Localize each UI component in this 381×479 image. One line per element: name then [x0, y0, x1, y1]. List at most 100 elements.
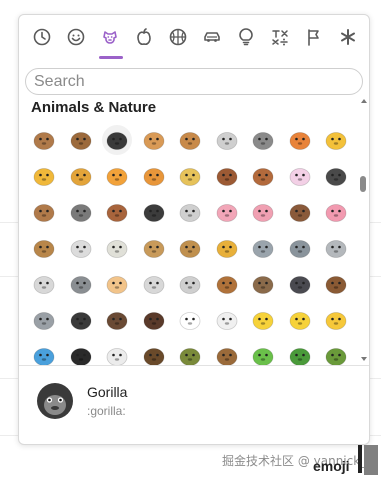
asterisk-icon	[341, 29, 355, 45]
emoji-tiger[interactable]	[102, 161, 132, 191]
panda_face-icon	[70, 312, 91, 330]
hedgehog-icon	[252, 276, 274, 294]
category-tab-custom[interactable]	[331, 15, 365, 59]
scroll-up-arrow-icon[interactable]	[361, 99, 367, 103]
monkey-icon	[70, 132, 91, 150]
wolf-icon	[252, 132, 274, 150]
category-tab-animals[interactable]	[93, 15, 127, 59]
emoji-koala[interactable]	[29, 305, 59, 335]
emoji-bird[interactable]	[29, 341, 59, 365]
emoji-cow[interactable]	[66, 197, 96, 227]
smiley-icon	[67, 28, 85, 46]
emoji-dog2[interactable]	[175, 125, 205, 155]
emoji-ox[interactable]	[102, 197, 132, 227]
emoji-monkey_face[interactable]	[29, 125, 59, 155]
emoji-pig[interactable]	[212, 197, 242, 227]
emoji-pig2[interactable]	[248, 197, 278, 227]
emoji-crocodile[interactable]	[285, 341, 315, 365]
emoji-turkey[interactable]	[139, 305, 169, 335]
emoji-hatched_chick[interactable]	[321, 305, 349, 335]
section-title: Animals & Nature	[31, 99, 157, 116]
emoji-rhinoceros[interactable]	[285, 233, 315, 263]
monkey_face-icon	[33, 132, 55, 150]
emoji-boar[interactable]	[285, 197, 315, 227]
scroll-down-arrow-icon[interactable]	[361, 357, 367, 361]
bear-icon	[325, 276, 347, 294]
emoji-poodle[interactable]	[212, 125, 242, 155]
mouse2-icon	[33, 276, 55, 294]
emoji-giraffe[interactable]	[212, 233, 242, 263]
emoji-tiger2[interactable]	[139, 161, 169, 191]
mouse-icon	[325, 240, 347, 258]
emoji-zebra[interactable]	[321, 161, 349, 191]
emoji-gorilla[interactable]	[102, 125, 132, 155]
emoji-water_buffalo[interactable]	[139, 197, 169, 227]
eagle-icon	[143, 348, 164, 365]
emoji-chicken[interactable]	[175, 305, 205, 335]
emoji-baby_chick[interactable]	[285, 305, 315, 335]
category-tab-travel[interactable]	[195, 15, 229, 59]
category-tab-flags[interactable]	[297, 15, 331, 59]
baby_chick-icon	[289, 312, 310, 330]
feet-icon	[106, 312, 128, 330]
emoji-chipmunk[interactable]	[212, 269, 242, 299]
emoji-dromedary_camel[interactable]	[139, 233, 169, 263]
emoji-elephant[interactable]	[248, 233, 278, 263]
emoji-unicorn[interactable]	[285, 161, 315, 191]
category-tab-smileys[interactable]	[59, 15, 93, 59]
emoji-bear[interactable]	[321, 269, 349, 299]
lightbulb-icon	[239, 28, 253, 46]
scrollbar[interactable]	[359, 95, 369, 363]
emoji-rat[interactable]	[66, 269, 96, 299]
emoji-ram[interactable]	[29, 233, 59, 263]
emoji-goat[interactable]	[102, 233, 132, 263]
emoji-leopard[interactable]	[175, 161, 205, 191]
emoji-cat2[interactable]	[29, 161, 59, 191]
emoji-lion_face[interactable]	[66, 161, 96, 191]
emoji-bat[interactable]	[285, 269, 315, 299]
category-tab-activity[interactable]	[161, 15, 195, 59]
emoji-mouse[interactable]	[321, 233, 349, 263]
emoji-rooster[interactable]	[212, 305, 242, 335]
category-tab-food[interactable]	[127, 15, 161, 59]
emoji-duck[interactable]	[175, 341, 205, 365]
emoji-hedgehog[interactable]	[248, 269, 278, 299]
emoji-fox_face[interactable]	[285, 125, 315, 155]
emoji-cat[interactable]	[321, 125, 349, 155]
scroll-thumb[interactable]	[360, 176, 366, 192]
turtle-icon	[325, 348, 347, 365]
rooster-icon	[216, 312, 237, 330]
emoji-owl[interactable]	[212, 341, 242, 365]
emoji-eagle[interactable]	[139, 341, 169, 365]
emoji-penguin[interactable]	[66, 341, 96, 365]
category-tab-symbols[interactable]	[263, 15, 297, 59]
emoji-dove[interactable]	[102, 341, 132, 365]
emoji-wolf[interactable]	[248, 125, 278, 155]
emoji-rabbit2[interactable]	[175, 269, 205, 299]
emoji-monkey[interactable]	[66, 125, 96, 155]
emoji-rabbit[interactable]	[139, 269, 169, 299]
emoji-turtle[interactable]	[321, 341, 349, 365]
emoji-dog[interactable]	[139, 125, 169, 155]
emoji-deer[interactable]	[29, 197, 59, 227]
emoji-hatching_chick[interactable]	[248, 305, 278, 335]
emoji-horse[interactable]	[212, 161, 242, 191]
emoji-hamster[interactable]	[102, 269, 132, 299]
emoji-cow2[interactable]	[175, 197, 205, 227]
emoji-pig_nose[interactable]	[321, 197, 349, 227]
emoji-panda_face[interactable]	[66, 305, 96, 335]
flag-icon	[308, 29, 319, 46]
emoji-camel[interactable]	[175, 233, 205, 263]
emoji-picker: Animals & Nature Gorilla :gorilla:	[18, 14, 370, 445]
hatching_chick-icon	[252, 312, 274, 330]
search-input[interactable]	[25, 68, 363, 95]
category-tab-objects[interactable]	[229, 15, 263, 59]
emoji-mouse2[interactable]	[29, 269, 59, 299]
emoji-sheep[interactable]	[66, 233, 96, 263]
emoji-feet[interactable]	[102, 305, 132, 335]
emoji-trigger-label[interactable]: emoji	[313, 458, 350, 474]
emoji-frog[interactable]	[248, 341, 278, 365]
emoji-racehorse[interactable]	[248, 161, 278, 191]
category-tab-recent[interactable]	[25, 15, 59, 59]
horse-icon	[216, 168, 237, 186]
